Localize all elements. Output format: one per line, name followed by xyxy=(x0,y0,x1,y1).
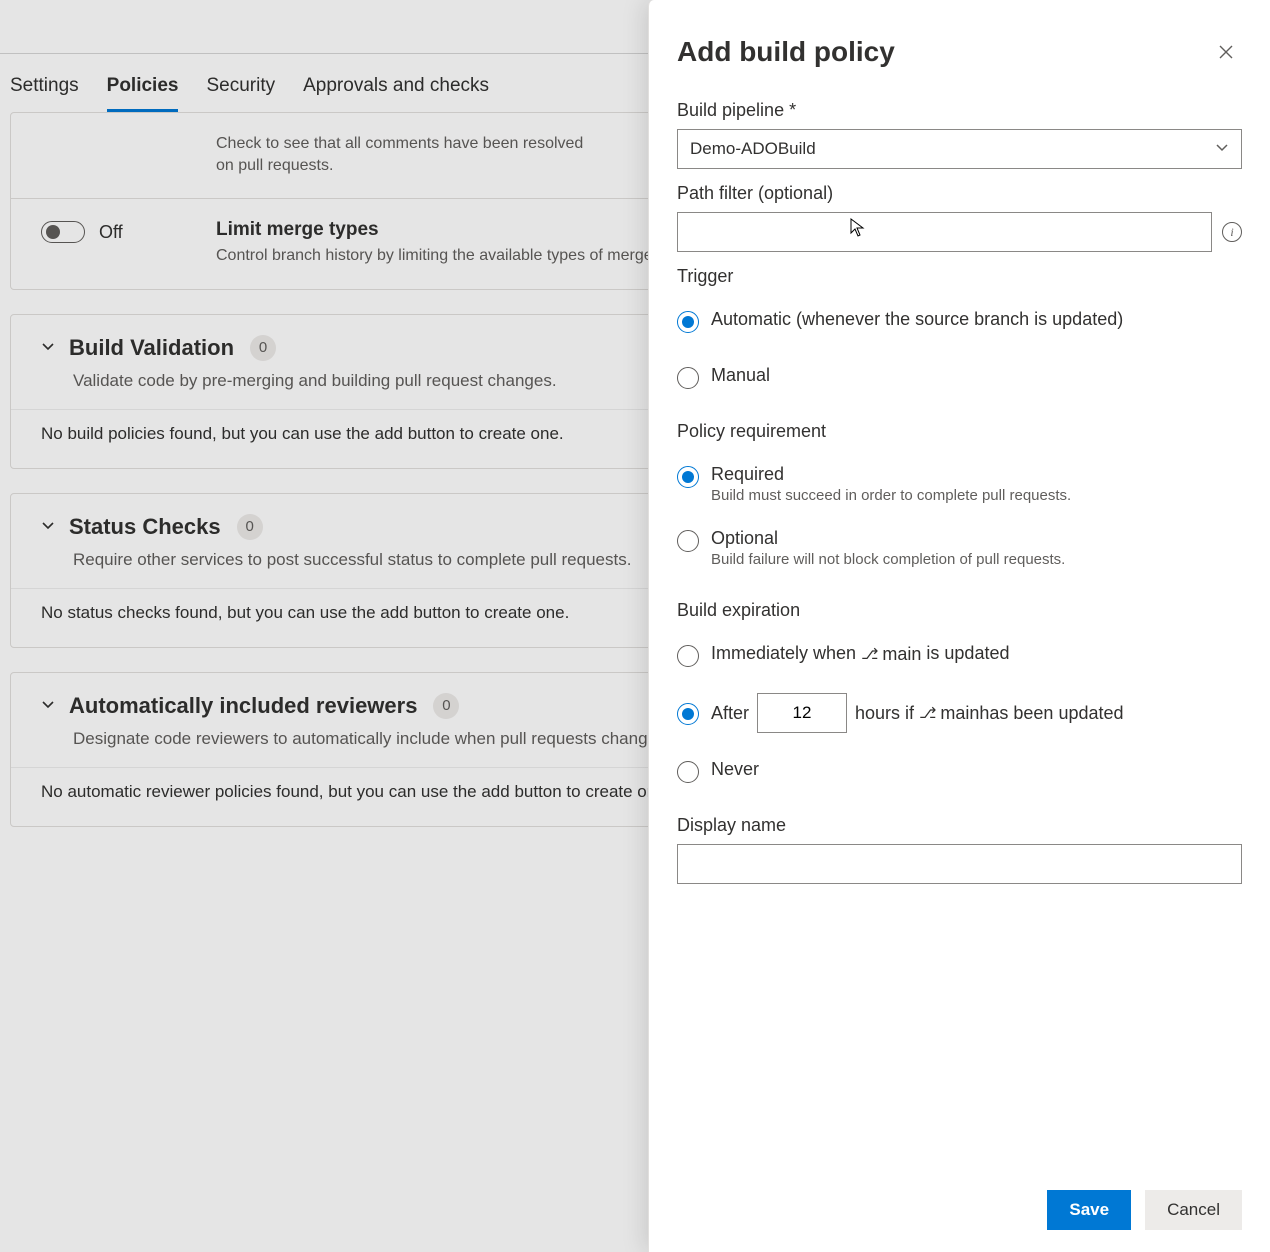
build-pipeline-select[interactable]: Demo-ADOBuild xyxy=(677,129,1242,169)
build-pipeline-label: Build pipeline * xyxy=(677,100,1242,121)
build-pipeline-value: Demo-ADOBuild xyxy=(690,139,816,159)
cancel-button[interactable]: Cancel xyxy=(1145,1190,1242,1230)
radio-icon xyxy=(677,466,699,488)
trigger-automatic-label: Automatic (whenever the source branch is… xyxy=(711,309,1123,330)
expiration-hours-input[interactable] xyxy=(757,693,847,733)
display-name-label: Display name xyxy=(677,815,1242,836)
expiration-after-option[interactable]: After hours if ⎇main has been updated xyxy=(677,693,1242,733)
radio-icon xyxy=(677,645,699,667)
chevron-down-icon xyxy=(1215,139,1229,159)
close-icon[interactable] xyxy=(1210,36,1242,68)
requirement-optional-option[interactable]: Optional Build failure will not block co… xyxy=(677,528,1242,568)
path-filter-label: Path filter (optional) xyxy=(677,183,1242,204)
trigger-automatic-option[interactable]: Automatic (whenever the source branch is… xyxy=(677,309,1242,333)
trigger-manual-option[interactable]: Manual xyxy=(677,365,1242,389)
expiration-after-label: After hours if ⎇main has been updated xyxy=(711,693,1124,733)
path-filter-input[interactable] xyxy=(677,212,1212,252)
requirement-optional-sub: Build failure will not block completion … xyxy=(711,551,1065,568)
radio-icon xyxy=(677,703,699,725)
build-expiration-label: Build expiration xyxy=(677,600,1242,621)
save-button[interactable]: Save xyxy=(1047,1190,1131,1230)
branch-icon: ⎇ xyxy=(919,704,936,722)
expiration-never-option[interactable]: Never xyxy=(677,759,1242,783)
info-icon[interactable]: i xyxy=(1222,222,1242,242)
display-name-input[interactable] xyxy=(677,844,1242,884)
expiration-immediate-label: Immediately when ⎇main is updated xyxy=(711,643,1009,665)
radio-icon xyxy=(677,761,699,783)
radio-icon xyxy=(677,367,699,389)
radio-icon xyxy=(677,311,699,333)
policy-requirement-label: Policy requirement xyxy=(677,421,1242,442)
trigger-label: Trigger xyxy=(677,266,1242,287)
expiration-immediate-option[interactable]: Immediately when ⎇main is updated xyxy=(677,643,1242,667)
requirement-required-label: Required xyxy=(711,464,1071,485)
dialog-title: Add build policy xyxy=(677,36,895,68)
requirement-required-sub: Build must succeed in order to complete … xyxy=(711,487,1071,504)
requirement-optional-label: Optional xyxy=(711,528,1065,549)
add-build-policy-dialog: Add build policy Build pipeline * Demo-A… xyxy=(648,0,1270,1252)
requirement-required-option[interactable]: Required Build must succeed in order to … xyxy=(677,464,1242,504)
radio-icon xyxy=(677,530,699,552)
branch-icon: ⎇ xyxy=(861,645,878,663)
expiration-never-label: Never xyxy=(711,759,759,780)
trigger-manual-label: Manual xyxy=(711,365,770,386)
